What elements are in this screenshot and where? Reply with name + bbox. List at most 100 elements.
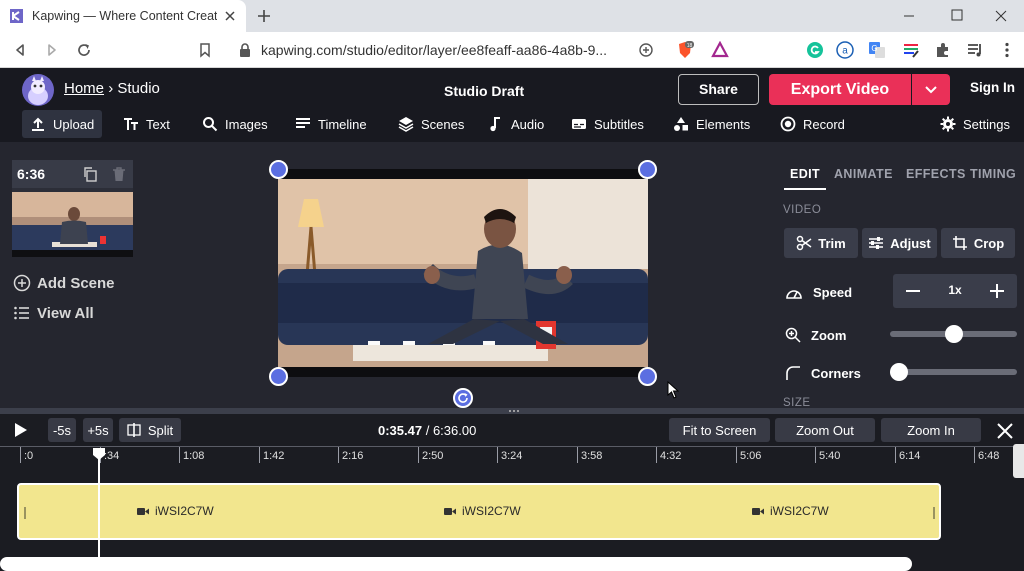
new-tab-icon[interactable] bbox=[256, 8, 272, 24]
timeline-panel: -5s +5s Split 0:35.47 / 6:36.00 Fit to S… bbox=[0, 414, 1024, 571]
duplicate-icon[interactable] bbox=[82, 166, 98, 182]
view-all-button[interactable]: View All bbox=[13, 304, 94, 322]
scene-card[interactable]: 6:36 bbox=[12, 160, 133, 257]
maximize-icon[interactable] bbox=[934, 0, 980, 32]
brave-badge-count: 18 bbox=[687, 43, 693, 49]
menu-kebab-icon[interactable] bbox=[998, 41, 1016, 59]
playhead-line[interactable] bbox=[98, 456, 100, 571]
share-button[interactable]: Share bbox=[678, 74, 759, 105]
resize-handle-top-right[interactable] bbox=[638, 160, 657, 179]
kapwing-logo[interactable] bbox=[22, 74, 54, 106]
brave-shield-icon[interactable]: 18 bbox=[676, 41, 694, 59]
forward-icon[interactable] bbox=[44, 42, 60, 58]
tab-timing[interactable]: TIMING bbox=[970, 167, 1016, 181]
text-icon bbox=[124, 118, 138, 130]
fit-to-screen-button[interactable]: Fit to Screen bbox=[669, 418, 770, 442]
browser-tab[interactable]: Kapwing — Where Content Creators Grow bbox=[0, 0, 246, 32]
playhead-marker-icon[interactable] bbox=[92, 447, 106, 461]
ruler-tick bbox=[577, 447, 578, 463]
corners-slider-knob[interactable] bbox=[890, 363, 908, 381]
rotate-handle[interactable] bbox=[453, 388, 473, 408]
back-icon[interactable] bbox=[12, 42, 28, 58]
search-icon bbox=[203, 117, 218, 132]
clip-trim-handle-left[interactable] bbox=[24, 507, 26, 519]
toolbar-upload[interactable]: Upload bbox=[22, 110, 103, 138]
zoom-in-button[interactable]: Zoom In bbox=[881, 418, 981, 442]
toolbar-record[interactable]: Record bbox=[780, 110, 845, 138]
crop-button[interactable]: Crop bbox=[941, 228, 1015, 258]
extensions-puzzle-icon[interactable] bbox=[934, 41, 952, 59]
timeline-ruler[interactable]: :0:34 1:08 1:42 2:16 2:50 3:24 3:58 4:32 5:06 5:4… bbox=[0, 446, 1024, 466]
export-video-button[interactable]: Export Video bbox=[769, 74, 911, 105]
ruler-tick bbox=[974, 447, 975, 463]
toolbar-elements[interactable]: Elements bbox=[673, 110, 750, 138]
edit-panel: EDIT ANIMATE EFFECTS TIMING VIDEO Trim A… bbox=[782, 142, 1024, 409]
video-camera-icon bbox=[137, 507, 149, 515]
google-translate-icon[interactable]: G bbox=[868, 41, 886, 59]
skip-back-button[interactable]: -5s bbox=[48, 418, 76, 442]
add-page-icon[interactable] bbox=[638, 42, 654, 58]
close-timeline-icon[interactable] bbox=[995, 421, 1015, 441]
project-title[interactable]: Studio Draft bbox=[444, 83, 524, 99]
play-icon[interactable] bbox=[11, 421, 29, 439]
export-options-button[interactable] bbox=[912, 74, 950, 105]
ruler-tick-label: 1:42 bbox=[263, 450, 285, 462]
url-field[interactable]: kapwing.com/studio/editor/layer/ee8feaff… bbox=[261, 42, 607, 58]
tab-edit[interactable]: EDIT bbox=[790, 167, 820, 181]
speed-label: Speed bbox=[813, 285, 853, 300]
add-scene-button[interactable]: Add Scene bbox=[13, 274, 115, 292]
resize-handle-top-left[interactable] bbox=[269, 160, 288, 179]
speed-stepper: 1x bbox=[893, 274, 1017, 308]
split-button[interactable]: Split bbox=[119, 418, 181, 442]
plus-icon[interactable] bbox=[985, 279, 1009, 303]
window-close-icon[interactable] bbox=[978, 0, 1024, 32]
reload-icon[interactable] bbox=[76, 42, 92, 58]
toolbar-scenes[interactable]: Scenes bbox=[398, 110, 464, 138]
timeline-horizontal-scrollbar[interactable] bbox=[0, 557, 912, 571]
ruler-tick-label: 6:14 bbox=[899, 450, 921, 462]
split-label: Split bbox=[147, 422, 174, 438]
minus-icon[interactable] bbox=[901, 279, 925, 303]
lock-icon[interactable] bbox=[238, 42, 252, 58]
scene-card-header: 6:36 bbox=[12, 160, 133, 188]
sign-in-link[interactable]: Sign In bbox=[970, 80, 1015, 95]
zoom-out-button[interactable]: Zoom Out bbox=[775, 418, 875, 442]
clip-trim-handle-right[interactable] bbox=[933, 507, 935, 519]
resize-handle-bottom-right[interactable] bbox=[638, 367, 657, 386]
breadcrumb-home-link[interactable]: Home bbox=[64, 80, 104, 97]
tab-close-icon[interactable] bbox=[222, 8, 238, 24]
grammarly-icon[interactable] bbox=[806, 41, 824, 59]
video-layer[interactable] bbox=[278, 169, 648, 377]
scene-thumbnail-image bbox=[12, 192, 133, 257]
zoom-slider[interactable] bbox=[890, 325, 1017, 343]
minimize-icon[interactable] bbox=[886, 0, 932, 32]
resize-handle-bottom-left[interactable] bbox=[269, 367, 288, 386]
toolbar-label: Audio bbox=[511, 116, 545, 132]
timeline-vertical-scrollbar[interactable] bbox=[1013, 444, 1024, 478]
speed-value[interactable]: 1x bbox=[937, 283, 973, 297]
brave-rewards-icon[interactable] bbox=[711, 41, 729, 59]
video-clip-track[interactable]: iWSI2C7W iWSI2C7W iWSI2C7W bbox=[17, 483, 941, 540]
ruler-tick bbox=[736, 447, 737, 463]
amazon-assistant-icon[interactable]: a bbox=[836, 41, 854, 59]
tab-effects[interactable]: EFFECTS bbox=[906, 167, 966, 181]
zoom-slider-knob[interactable] bbox=[945, 325, 963, 343]
chevron-down-icon bbox=[925, 86, 937, 94]
trim-button[interactable]: Trim bbox=[784, 228, 858, 258]
toolbar-images[interactable]: Images bbox=[202, 110, 268, 138]
video-frame-image bbox=[278, 169, 648, 377]
toolbar-text[interactable]: Text bbox=[123, 110, 170, 138]
bookmark-icon[interactable] bbox=[197, 42, 213, 58]
corners-slider[interactable] bbox=[890, 363, 1017, 381]
trash-icon[interactable] bbox=[111, 166, 127, 182]
adjust-button[interactable]: Adjust bbox=[862, 228, 937, 258]
toolbar-settings[interactable]: Settings bbox=[940, 110, 1010, 138]
tab-animate[interactable]: ANIMATE bbox=[834, 167, 893, 181]
toolbar-subtitles[interactable]: Subtitles bbox=[571, 110, 644, 138]
skip-forward-button[interactable]: +5s bbox=[83, 418, 113, 442]
toolbar-timeline[interactable]: Timeline bbox=[295, 110, 367, 138]
toolbar-audio[interactable]: Audio bbox=[488, 110, 544, 138]
media-queue-icon[interactable] bbox=[966, 41, 984, 59]
clip-label: iWSI2C7W bbox=[444, 504, 521, 518]
color-pick-icon[interactable] bbox=[902, 41, 920, 59]
